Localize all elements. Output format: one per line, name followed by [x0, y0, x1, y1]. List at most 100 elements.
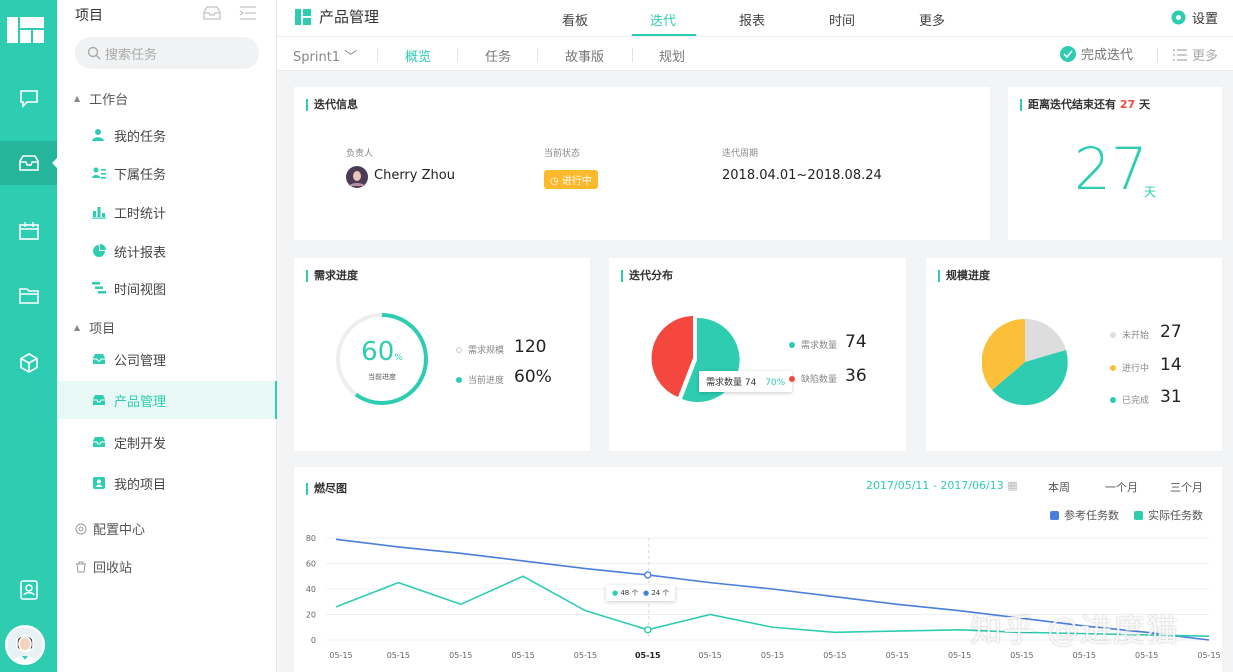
collapse-triangle-icon: ▲: [74, 94, 81, 103]
config-icon: [75, 523, 87, 534]
y-tick-label: 80: [306, 534, 316, 543]
settings-button[interactable]: 设置: [1171, 8, 1218, 27]
legend-value: 27: [1160, 322, 1182, 342]
x-tick-label: 05-15: [1073, 651, 1096, 660]
tab-more[interactable]: 更多: [919, 10, 945, 29]
owner-name: Cherry Zhou: [374, 168, 455, 183]
sidebar-recycle-bin[interactable]: 回收站: [75, 557, 132, 576]
sidebar-item-label: 我的任务: [114, 129, 167, 145]
chevron-down-icon: ﹀: [344, 50, 358, 65]
y-tick-label: 20: [306, 611, 316, 620]
page-title: 产品管理: [319, 8, 380, 26]
inbox-icon: [93, 354, 105, 364]
scale-pie: [982, 318, 1068, 406]
legend-dot: [456, 346, 462, 353]
menu-collapse-icon[interactable]: [239, 5, 257, 21]
sidebar-config-center[interactable]: 配置中心: [75, 519, 145, 538]
subtab-planning[interactable]: 规划: [659, 46, 685, 65]
pie-tooltip: 需求数量 74 70%: [699, 371, 793, 392]
recycle-label: 回收站: [93, 561, 133, 576]
tab-kanban[interactable]: 看板: [562, 10, 588, 29]
owner-label: 负责人: [346, 149, 374, 159]
folder-icon[interactable]: [0, 274, 57, 318]
demand-progress-card: 需求进度 60% 当前进度 需求规模 120 当前进度 60%: [294, 258, 590, 451]
collapse-triangle-icon: ▲: [74, 323, 81, 332]
sidebar-item-label: 定制开发: [114, 436, 167, 452]
card-title: 迭代信息: [306, 99, 358, 111]
countdown-days: 27: [1074, 135, 1148, 203]
x-tick-label: 05-15: [329, 651, 352, 660]
sidebar-item-company-management[interactable]: 公司管理: [57, 340, 277, 378]
tooltip-percent: 70%: [765, 378, 786, 388]
point-actual: [644, 626, 652, 634]
sprint-selector[interactable]: Sprint1 ﹀: [293, 46, 357, 65]
x-tick-label: 05-15: [886, 651, 909, 660]
sidebar-item-product-management[interactable]: 产品管理: [57, 381, 277, 419]
team-icon: [92, 167, 106, 179]
project-sidebar: 项目 搜索任务 ▲ 工作台 我的任务 下属任务 工时统计 统计报表 时间视图 ▲ 项…: [57, 0, 277, 672]
tab-time[interactable]: 时间: [829, 10, 855, 29]
divider: [377, 48, 378, 62]
config-label: 配置中心: [93, 523, 146, 538]
x-tick-label: 05-15: [1010, 651, 1033, 660]
sidebar-item-subordinate-tasks[interactable]: 下属任务: [57, 154, 277, 192]
active-tab-indicator: [632, 34, 696, 36]
sidebar-item-work-hours[interactable]: 工时统计: [57, 193, 277, 231]
user-icon: [92, 129, 104, 141]
divider: [632, 48, 633, 62]
legend-value: 36: [845, 366, 867, 386]
chat-icon[interactable]: [0, 76, 57, 120]
legend-label: 需求数量: [801, 341, 838, 351]
tooltip-value-actual: 48 个: [620, 589, 639, 597]
inbox-icon[interactable]: [0, 141, 58, 185]
sidebar-item-my-projects[interactable]: 我的项目: [57, 464, 277, 502]
iteration-subnav: Sprint1 ﹀ 概览 任务 故事版 规划 完成迭代 更多: [277, 37, 1233, 71]
legend-done: 已完成: [1110, 393, 1149, 406]
progress-value: 60%: [514, 367, 552, 387]
pie-slice-defect: [651, 316, 693, 397]
tooltip-label: 需求数量 74: [706, 378, 757, 388]
tab-iteration[interactable]: 迭代: [650, 10, 676, 29]
subtab-overview[interactable]: 概览: [405, 46, 431, 65]
countdown-unit: 天: [1144, 185, 1157, 199]
sidebar-item-my-tasks[interactable]: 我的任务: [57, 116, 277, 154]
complete-iteration-button[interactable]: 完成迭代: [1060, 44, 1133, 63]
cube-icon[interactable]: [0, 341, 57, 385]
owner-avatar: [346, 166, 368, 188]
x-tick-label: 05-15: [699, 651, 722, 660]
group-workbench[interactable]: ▲ 工作台: [74, 89, 128, 108]
divider: [537, 48, 538, 62]
sidebar-item-statistics-report[interactable]: 统计报表: [57, 232, 277, 270]
legend-scale: 需求规模: [456, 343, 504, 356]
task-search-input[interactable]: 搜索任务: [75, 37, 259, 69]
more-button[interactable]: 更多: [1173, 45, 1218, 64]
user-avatar[interactable]: [5, 625, 45, 665]
x-tick-label: 05-15: [761, 651, 784, 660]
subtab-storyboard[interactable]: 故事版: [565, 46, 604, 65]
chart-tooltip: ● 48 个 ● 24 个: [606, 585, 676, 601]
more-label: 更多: [1192, 49, 1219, 64]
sidebar-item-custom-development[interactable]: 定制开发: [57, 423, 277, 461]
sidebar-item-timeline-view[interactable]: 时间视图: [57, 269, 277, 307]
contacts-icon[interactable]: [0, 568, 57, 612]
tab-report[interactable]: 报表: [739, 10, 765, 29]
legend-demand: 需求数量: [789, 338, 837, 351]
x-tick-label: 05-15: [511, 651, 534, 660]
inbox-icon: [93, 395, 105, 405]
app-logo-icon[interactable]: [7, 17, 44, 43]
legend-dot: [456, 376, 462, 383]
dashboard-icon: [295, 8, 311, 25]
calendar-icon[interactable]: [0, 209, 57, 253]
legend-label: 进行中: [1122, 364, 1150, 374]
legend-dot: [1110, 396, 1116, 403]
progress-percent: 60%: [334, 338, 430, 372]
status-badge: ◷ 进行中: [544, 170, 598, 189]
subtab-tasks[interactable]: 任务: [485, 46, 511, 65]
sidebar-item-label: 时间视图: [114, 282, 167, 298]
legend-not-started: 未开始: [1110, 328, 1149, 341]
legend-in-progress: 进行中: [1110, 361, 1149, 374]
group-project[interactable]: ▲ 项目: [74, 318, 115, 337]
x-tick-label: 05-15: [1197, 651, 1220, 660]
legend-dot: [1110, 364, 1116, 371]
tray-icon[interactable]: [203, 5, 221, 21]
